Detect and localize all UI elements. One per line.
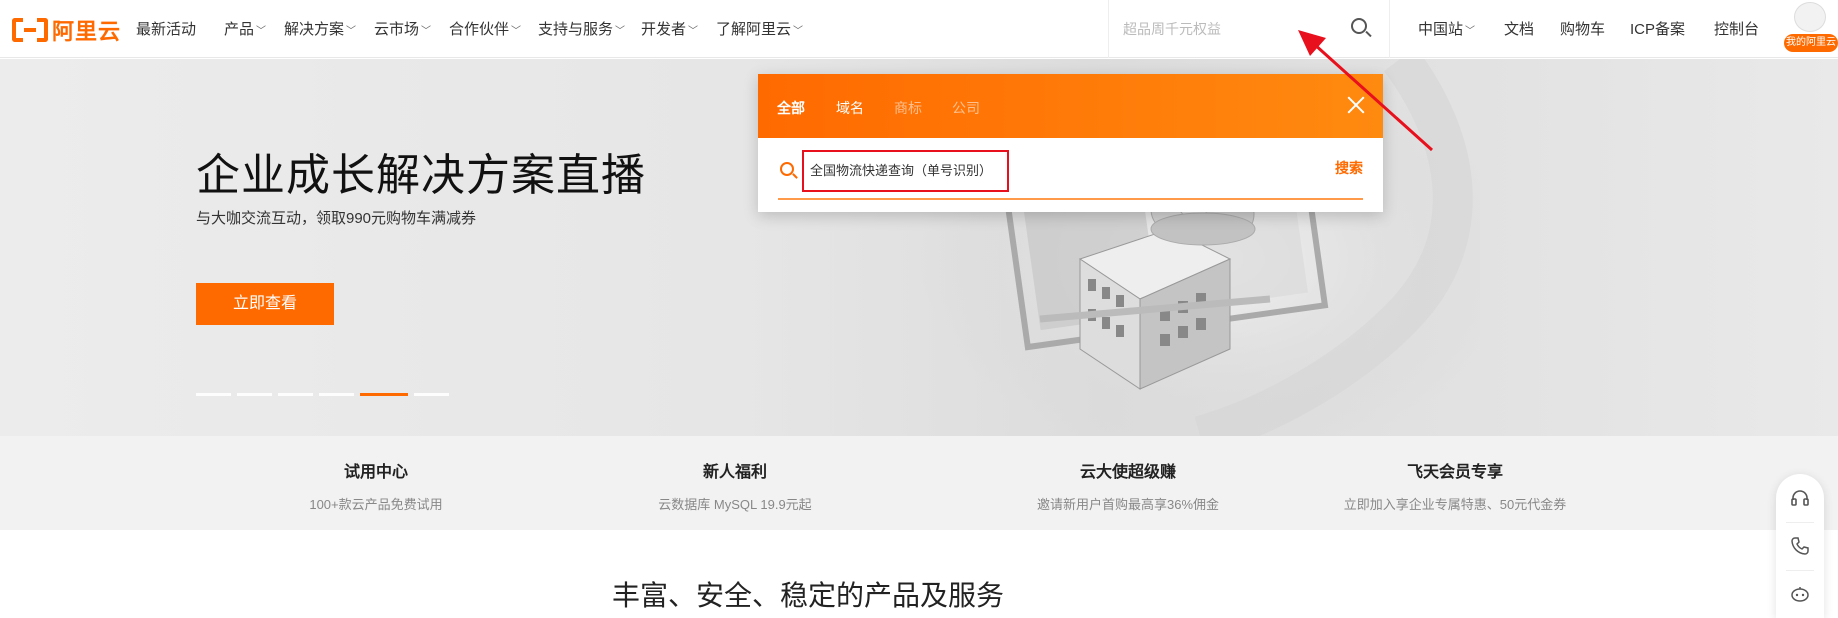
hero-subtitle: 与大咖交流互动，领取990元购物车满减券 bbox=[196, 210, 477, 227]
section-title: 丰富、安全、稳定的产品及服务 bbox=[611, 580, 1004, 611]
my-aliyun-label: 我的阿里云 bbox=[1784, 34, 1838, 52]
tab-all[interactable]: 全部 bbox=[777, 98, 805, 118]
chevron-down-icon: ﹀ bbox=[256, 26, 267, 37]
chevron-down-icon: ﹀ bbox=[793, 26, 804, 37]
carousel-dot-active[interactable] bbox=[360, 393, 408, 396]
side-toolbar bbox=[1776, 474, 1824, 618]
phone-icon[interactable] bbox=[1790, 536, 1810, 556]
headset-icon[interactable] bbox=[1790, 488, 1810, 508]
chevron-down-icon: ﹀ bbox=[346, 26, 357, 37]
tab-trademark[interactable]: 商标 bbox=[894, 98, 922, 118]
nav-item-products[interactable]: 产品 ﹀ bbox=[224, 18, 266, 39]
top-navbar: 阿里云 最新活动 产品 ﹀ 解决方案 ﹀ 云市场 ﹀ 合作伙伴 ﹀ 支持与服务 ﹀ 开发者… bbox=[0, 0, 1838, 58]
search-popup-body: 全国物流快递查询（单号识别） 搜索 bbox=[778, 138, 1363, 200]
search-input[interactable]: 全国物流快递查询（单号识别） bbox=[802, 150, 1009, 192]
feature-ambassador[interactable]: 云大使超级赚 邀请新用户首购最高享36%佣金 bbox=[978, 458, 1278, 513]
annotation-arrow bbox=[1298, 30, 1434, 152]
carousel-dot[interactable] bbox=[237, 393, 272, 396]
nav-item-icp[interactable]: ICP备案 bbox=[1630, 18, 1685, 39]
tab-company[interactable]: 公司 bbox=[952, 98, 980, 118]
nav-item-marketplace[interactable]: 云市场 ﹀ bbox=[374, 18, 431, 39]
carousel-indicators bbox=[196, 393, 449, 396]
feature-new-user[interactable]: 新人福利 云数据库 MySQL 19.9元起 bbox=[635, 458, 835, 513]
features-strip: 试用中心 100+款云产品免费试用 新人福利 云数据库 MySQL 19.9元起… bbox=[0, 436, 1838, 530]
nav-item-console[interactable]: 控制台 bbox=[1714, 18, 1759, 39]
carousel-dot[interactable] bbox=[319, 393, 354, 396]
nav-item-about[interactable]: 了解阿里云 ﹀ bbox=[716, 18, 803, 39]
feature-trial-center[interactable]: 试用中心 100+款云产品免费试用 bbox=[276, 458, 476, 513]
chevron-down-icon: ﹀ bbox=[511, 26, 522, 37]
carousel-dot[interactable] bbox=[414, 393, 449, 396]
feature-membership[interactable]: 飞天会员专享 立即加入享企业专属特惠、50元代金券 bbox=[1305, 458, 1605, 513]
nav-item-developers[interactable]: 开发者 ﹀ bbox=[641, 18, 698, 39]
chevron-down-icon: ﹀ bbox=[1465, 26, 1476, 37]
robot-icon[interactable] bbox=[1790, 584, 1810, 604]
nav-item-latest[interactable]: 最新活动 bbox=[136, 18, 196, 39]
nav-item-cart[interactable]: 购物车 bbox=[1560, 18, 1605, 39]
nav-item-partners[interactable]: 合作伙伴 ﹀ bbox=[449, 18, 521, 39]
my-aliyun[interactable]: 我的阿里云 bbox=[1782, 0, 1838, 58]
tab-domain[interactable]: 域名 bbox=[836, 98, 864, 118]
chevron-down-icon: ﹀ bbox=[615, 26, 626, 37]
carousel-dot[interactable] bbox=[196, 393, 231, 396]
logo-text: 阿里云 bbox=[52, 19, 122, 44]
chevron-down-icon: ﹀ bbox=[688, 26, 699, 37]
nav-item-solutions[interactable]: 解决方案 ﹀ bbox=[284, 18, 356, 39]
logo[interactable]: 阿里云 bbox=[12, 14, 121, 46]
hero-title: 企业成长解决方案直播 bbox=[196, 151, 646, 200]
search-placeholder: 超品周千元权益 bbox=[1123, 21, 1221, 37]
search-icon bbox=[780, 162, 794, 176]
nav-item-docs[interactable]: 文档 bbox=[1504, 18, 1534, 39]
nav-item-support[interactable]: 支持与服务 ﹀ bbox=[538, 18, 625, 39]
carousel-dot[interactable] bbox=[278, 393, 313, 396]
aliyun-logo-icon bbox=[12, 18, 48, 42]
chevron-down-icon: ﹀ bbox=[421, 26, 432, 37]
view-now-button[interactable]: 立即查看 bbox=[196, 283, 334, 325]
search-button[interactable]: 搜索 bbox=[1335, 158, 1363, 178]
avatar-icon bbox=[1794, 2, 1826, 32]
